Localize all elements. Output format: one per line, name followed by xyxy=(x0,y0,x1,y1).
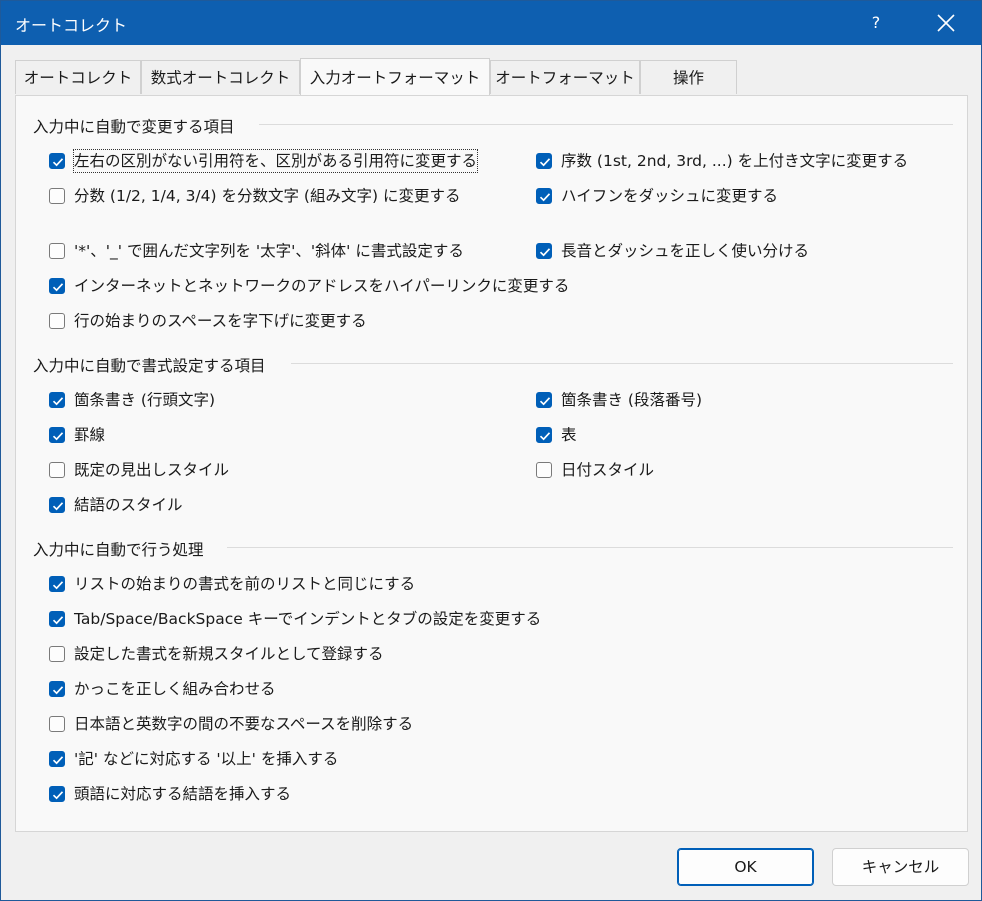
group-divider xyxy=(259,124,953,125)
option-label: Tab/Space/BackSpace キーでインデントとタブの設定を変更する xyxy=(74,610,542,628)
option-label: '記' などに対応する '以上' を挿入する xyxy=(74,750,339,768)
check-icon xyxy=(539,158,551,167)
ok-button[interactable]: OK xyxy=(677,848,814,886)
cancel-button[interactable]: キャンセル xyxy=(832,848,969,886)
group-divider xyxy=(291,363,953,364)
check-icon xyxy=(52,432,64,441)
checkbox[interactable] xyxy=(536,462,552,478)
checkbox[interactable] xyxy=(536,392,552,408)
checkbox[interactable] xyxy=(49,392,65,408)
title-bar[interactable]: オートコレクト ? xyxy=(1,1,981,45)
option-label: 頭語に対応する結語を挿入する xyxy=(74,785,292,803)
checkbox[interactable] xyxy=(536,153,552,169)
checkbox[interactable] xyxy=(49,243,65,259)
option-label: 結語のスタイル xyxy=(74,496,183,514)
tab-actions[interactable]: 操作 xyxy=(640,60,737,94)
option-label: 序数 (1st, 2nd, 3rd, ...) を上付き文字に変更する xyxy=(561,152,909,170)
option-label: 長音とダッシュを正しく使い分ける xyxy=(561,242,810,260)
option-label: 箇条書き (行頭文字) xyxy=(74,391,216,409)
checkbox[interactable] xyxy=(49,188,65,204)
check-icon xyxy=(539,193,551,202)
checkbox[interactable] xyxy=(536,188,552,204)
check-icon xyxy=(539,432,551,441)
option-label: 既定の見出しスタイル xyxy=(74,461,230,479)
checkbox[interactable] xyxy=(49,611,65,627)
check-icon xyxy=(52,581,64,590)
option-label: 行の始まりのスペースを字下げに変更する xyxy=(74,312,367,330)
help-button[interactable]: ? xyxy=(853,1,899,45)
checkbox[interactable] xyxy=(49,751,65,767)
tab-autocorrect[interactable]: オートコレクト xyxy=(15,60,141,94)
option-label: 分数 (1/2, 1/4, 3/4) を分数文字 (組み文字) に変更する xyxy=(74,187,461,205)
group-title-replace: 入力中に自動で変更する項目 xyxy=(33,118,235,136)
check-icon xyxy=(52,158,64,167)
checkbox[interactable] xyxy=(536,427,552,443)
check-icon xyxy=(52,502,64,511)
group-title-format: 入力中に自動で書式設定する項目 xyxy=(33,357,266,375)
checkbox[interactable] xyxy=(536,243,552,259)
window-title: オートコレクト xyxy=(15,16,128,35)
tab-math-autocorrect[interactable]: 数式オートコレクト xyxy=(141,60,300,94)
checkbox[interactable] xyxy=(49,462,65,478)
option-label: かっこを正しく組み合わせる xyxy=(74,680,276,698)
option-label: ハイフンをダッシュに変更する xyxy=(561,187,779,205)
close-icon xyxy=(937,14,955,32)
checkbox[interactable] xyxy=(49,497,65,513)
option-label: 日本語と英数字の間の不要なスペースを削除する xyxy=(74,715,414,733)
tab-autoformat[interactable]: オートフォーマット xyxy=(490,60,640,94)
check-icon xyxy=(52,397,64,406)
checkbox[interactable] xyxy=(49,278,65,294)
checkbox[interactable] xyxy=(49,681,65,697)
checkbox[interactable] xyxy=(49,716,65,732)
checkbox[interactable] xyxy=(49,313,65,329)
check-icon xyxy=(539,397,551,406)
option-label: インターネットとネットワークのアドレスをハイパーリンクに変更する xyxy=(74,277,570,295)
check-icon xyxy=(539,248,551,257)
group-title-automatic: 入力中に自動で行う処理 xyxy=(33,541,204,559)
option-label: '*'、'_' で囲んだ文字列を '太字'、'斜体' に書式設定する xyxy=(74,242,464,260)
checkbox[interactable] xyxy=(49,576,65,592)
checkbox[interactable] xyxy=(49,153,65,169)
check-icon xyxy=(52,616,64,625)
autocorrect-dialog: オートコレクト ? オートコレクト 数式オートコレクト 入力オートフォーマット … xyxy=(0,0,982,901)
close-button[interactable] xyxy=(921,1,971,45)
check-icon xyxy=(52,283,64,292)
checkbox[interactable] xyxy=(49,427,65,443)
checkbox[interactable] xyxy=(49,646,65,662)
check-icon xyxy=(52,686,64,695)
option-label: 左右の区別がない引用符を、区別がある引用符に変更する xyxy=(72,149,479,173)
option-label: 罫線 xyxy=(74,426,106,444)
group-divider xyxy=(227,547,953,548)
checkbox[interactable] xyxy=(49,786,65,802)
option-label: リストの始まりの書式を前のリストと同じにする xyxy=(74,575,416,593)
option-label: 表 xyxy=(561,426,577,444)
tab-panel: 入力中に自動で変更する項目 左右の区別がない引用符を、区別がある引用符に変更する… xyxy=(15,95,968,832)
tab-autoformat-as-you-type[interactable]: 入力オートフォーマット xyxy=(300,58,490,95)
check-icon xyxy=(52,756,64,765)
check-icon xyxy=(52,791,64,800)
option-label: 設定した書式を新規スタイルとして登録する xyxy=(74,645,384,663)
option-label: 日付スタイル xyxy=(561,461,655,479)
option-label: 箇条書き (段落番号) xyxy=(561,391,703,409)
